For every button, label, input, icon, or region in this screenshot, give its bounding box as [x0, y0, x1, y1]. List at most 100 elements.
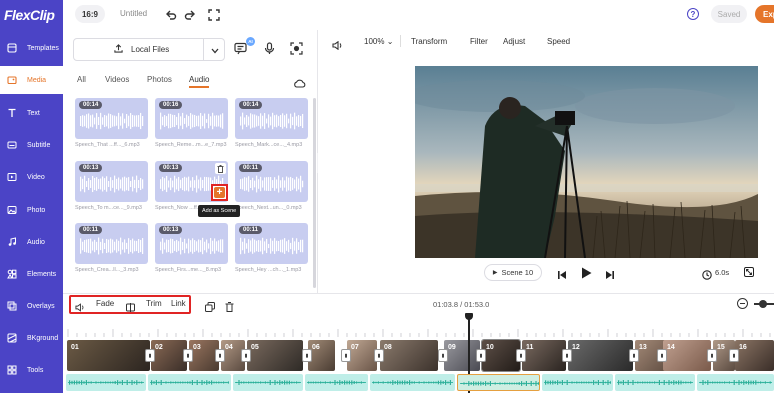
timeline-clip[interactable]: 12: [568, 340, 633, 371]
sidebar-item-tools[interactable]: Tools: [0, 356, 63, 384]
transition-icon[interactable]: ▮: [145, 349, 155, 362]
link-button[interactable]: Link: [171, 299, 186, 308]
audio-card[interactable]: 00:13: [155, 223, 228, 264]
transition-icon[interactable]: ▮: [629, 349, 639, 362]
timeline-clip[interactable]: 02: [151, 340, 187, 371]
undo-icon[interactable]: [165, 8, 177, 26]
timeline-clip[interactable]: 10: [481, 339, 521, 372]
audio-card[interactable]: 00:13: [75, 161, 148, 202]
transition-icon[interactable]: ▮: [516, 349, 526, 362]
sidebar-item-video[interactable]: Video: [0, 163, 63, 191]
help-icon[interactable]: ?: [687, 8, 699, 20]
scene-selector[interactable]: ▶ Scene 10: [484, 264, 542, 281]
sidebar-item-audio[interactable]: Audio: [0, 228, 63, 256]
sidebar-item-text[interactable]: Text: [0, 99, 63, 127]
next-scene-icon[interactable]: [605, 267, 615, 285]
microphone-icon[interactable]: [264, 42, 275, 60]
timeline-clip[interactable]: 07: [347, 340, 377, 371]
transition-icon[interactable]: ▮: [657, 349, 667, 362]
delete-icon[interactable]: [215, 163, 226, 174]
transition-icon[interactable]: ▮: [241, 349, 251, 362]
flexclip-logo[interactable]: FlexClip: [4, 7, 55, 23]
filter-button[interactable]: Filter: [470, 37, 488, 46]
timeline-clip[interactable]: 05: [247, 340, 303, 371]
aspect-ratio-button[interactable]: 16:9: [75, 5, 105, 23]
clip-number: 07: [351, 344, 359, 351]
transition-icon[interactable]: ▮: [729, 349, 739, 362]
panel-scrollbar[interactable]: [313, 98, 316, 288]
play-icon[interactable]: [581, 266, 592, 284]
timeline-clip[interactable]: 16: [735, 340, 774, 371]
redo-icon[interactable]: [184, 8, 196, 26]
timeline-clip[interactable]: 09: [444, 340, 480, 371]
clip-number: 16: [739, 344, 747, 351]
timeline-ruler[interactable]: [63, 315, 774, 339]
timeline-clip[interactable]: 08: [380, 340, 438, 371]
trim-button[interactable]: Trim: [146, 299, 162, 308]
sidebar-item-media[interactable]: Media: [0, 66, 63, 94]
speed-button[interactable]: Speed: [547, 37, 570, 46]
expand-preview-icon[interactable]: [744, 267, 754, 277]
audio-clip[interactable]: [697, 374, 774, 391]
audio-clip[interactable]: [148, 374, 231, 391]
transition-icon[interactable]: ▮: [374, 349, 384, 362]
sidebar-item-subtitle[interactable]: Subtitle: [0, 131, 63, 159]
fullscreen-icon[interactable]: [208, 8, 220, 26]
audio-clip[interactable]: [305, 374, 368, 391]
local-files-dropdown[interactable]: [203, 38, 225, 61]
transition-icon[interactable]: ▮: [562, 349, 572, 362]
scene-duration[interactable]: 6.0s: [715, 268, 729, 277]
sidebar-item-label: Subtitle: [27, 141, 51, 149]
record-screen-icon[interactable]: [290, 42, 303, 60]
sidebar-item-bkground[interactable]: BKground: [0, 324, 63, 352]
tab-audio[interactable]: Audio: [189, 75, 210, 88]
audio-card[interactable]: 00:11: [235, 223, 308, 264]
fade-button[interactable]: Fade: [96, 299, 114, 308]
audio-clip[interactable]: [233, 374, 303, 391]
timeline-clip[interactable]: 06: [308, 340, 335, 371]
tab-photos[interactable]: Photos: [147, 75, 172, 84]
zoom-out-icon[interactable]: [737, 298, 748, 309]
audio-clip[interactable]: [66, 374, 146, 391]
add-as-scene-button[interactable]: +: [211, 184, 228, 201]
audio-card[interactable]: 00:14: [75, 98, 148, 139]
transition-icon[interactable]: ▮: [341, 349, 351, 362]
previous-scene-icon[interactable]: [557, 267, 567, 285]
audio-clip[interactable]: [542, 374, 613, 391]
audio-clip[interactable]: [615, 374, 695, 391]
export-button[interactable]: Exp: [755, 5, 774, 23]
timeline-clip[interactable]: 01: [67, 340, 150, 371]
project-title[interactable]: Untitled: [120, 9, 147, 18]
waveform: [80, 112, 144, 130]
sidebar-item-elements[interactable]: Elements: [0, 260, 63, 288]
timeline-clip[interactable]: 11: [522, 340, 566, 371]
timeline-clip[interactable]: 14: [663, 340, 711, 371]
sidebar-item-photo[interactable]: Photo: [0, 196, 63, 224]
transform-button[interactable]: Transform: [411, 37, 447, 46]
audio-filename: Speech_To m...ce..._9.mp3: [75, 205, 142, 211]
zoom-select[interactable]: 100% ⌄: [364, 37, 393, 46]
cloud-icon[interactable]: [293, 75, 306, 93]
tab-all[interactable]: All: [77, 75, 86, 84]
adjust-button[interactable]: Adjust: [503, 37, 525, 46]
sidebar-item-label: Overlays: [27, 302, 55, 310]
transition-icon[interactable]: ▮: [476, 349, 486, 362]
audio-card[interactable]: 00:11: [235, 161, 308, 202]
audio-clip[interactable]: [457, 374, 540, 391]
video-preview[interactable]: [415, 66, 758, 258]
audio-clip[interactable]: [370, 374, 455, 391]
transition-icon[interactable]: ▮: [302, 349, 312, 362]
transition-icon[interactable]: ▮: [183, 349, 193, 362]
zoom-slider[interactable]: [754, 300, 774, 308]
sidebar-item-templates[interactable]: Templates: [0, 34, 63, 62]
transition-icon[interactable]: ▮: [438, 349, 448, 362]
audio-card[interactable]: 00:16: [155, 98, 228, 139]
transition-icon[interactable]: ▮: [215, 349, 225, 362]
audio-card[interactable]: 00:11: [75, 223, 148, 264]
audio-card[interactable]: 00:14: [235, 98, 308, 139]
tab-videos[interactable]: Videos: [105, 75, 129, 84]
subtitle-ai-icon[interactable]: [234, 42, 247, 60]
sidebar-item-overlays[interactable]: Overlays: [0, 292, 63, 320]
transition-icon[interactable]: ▮: [707, 349, 717, 362]
zoom-slider-handle[interactable]: [759, 300, 767, 308]
